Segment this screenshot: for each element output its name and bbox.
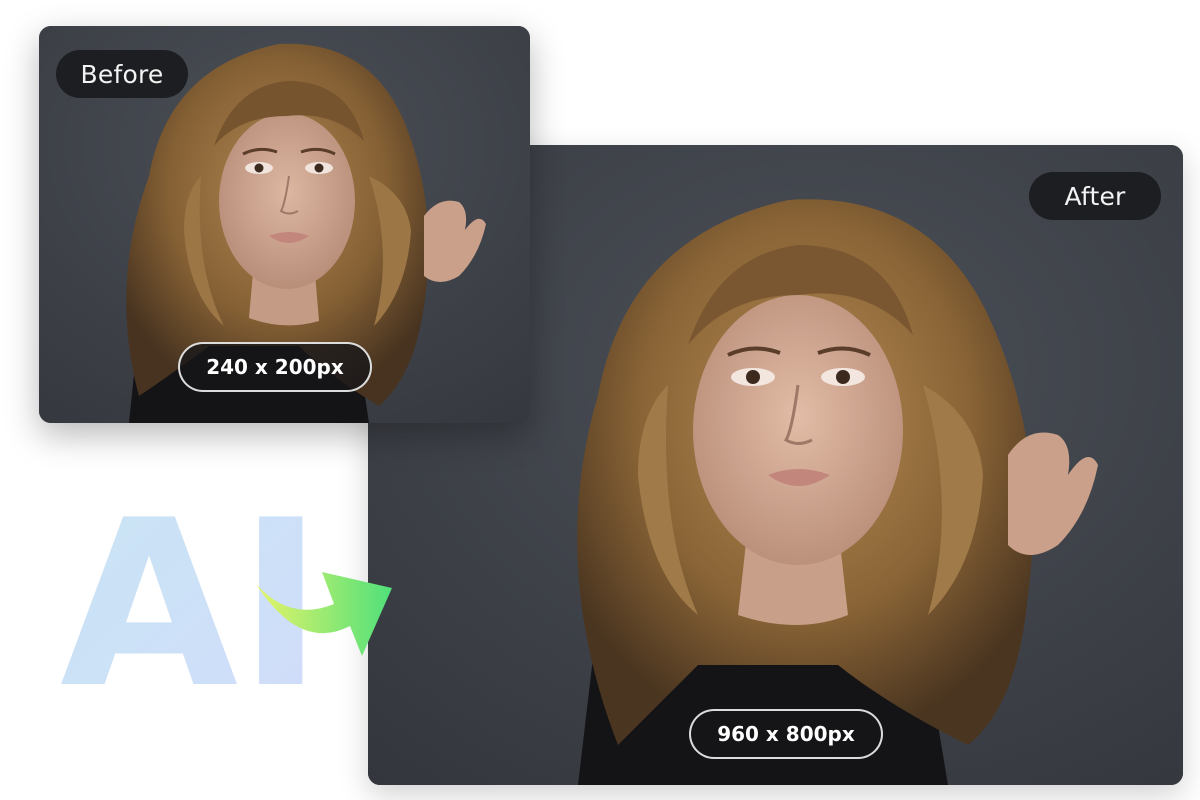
before-size-badge: 240 x 200px (178, 342, 372, 392)
before-after-comparison: AI After 960 x 800px Before 240 x 200px (0, 0, 1200, 800)
curved-arrow-icon (252, 560, 397, 660)
after-size-badge: 960 x 800px (689, 709, 883, 759)
after-label: After (1029, 172, 1161, 220)
before-image-card: Before 240 x 200px (39, 26, 530, 423)
before-label: Before (56, 50, 188, 98)
